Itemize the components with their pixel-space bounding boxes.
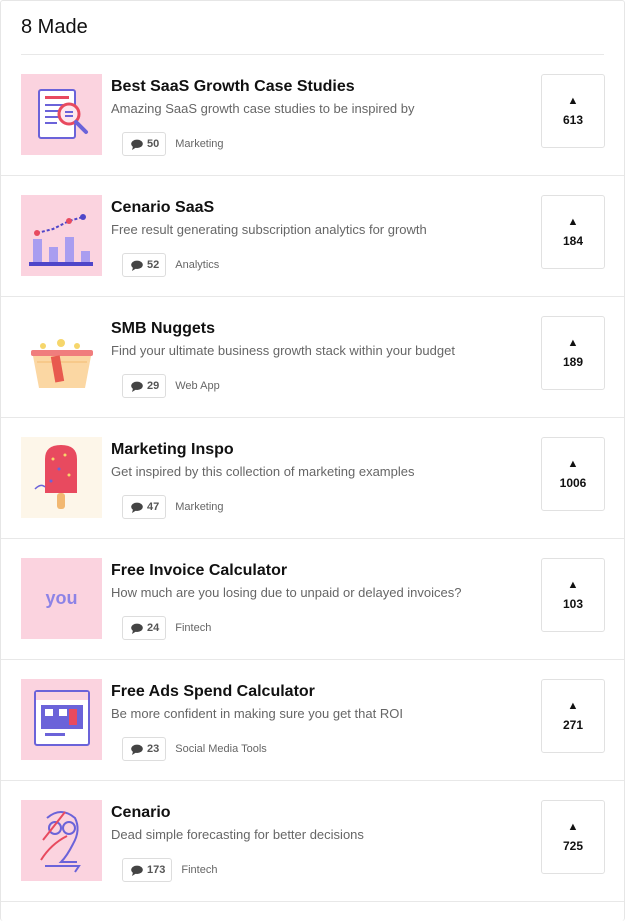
- comment-count: 29: [147, 380, 160, 392]
- vote-count: 189: [562, 354, 584, 369]
- comment-bubble-icon: [131, 260, 143, 271]
- comment-count: 173: [147, 864, 166, 876]
- product-meta: 52 Analytics: [122, 253, 219, 277]
- comment-count: 50: [147, 138, 160, 150]
- owl-logo-icon: [21, 800, 102, 881]
- upvote-arrow-icon: ▲: [567, 336, 579, 349]
- comments-button[interactable]: 24: [122, 616, 167, 640]
- made-products-panel: 8 Made Best SaaS Growth Case Studies Ama…: [0, 0, 625, 921]
- product-thumbnail[interactable]: [21, 437, 102, 518]
- product-row[interactable]: Cenario Dead simple forecasting for bett…: [1, 781, 624, 902]
- comments-button[interactable]: 52: [122, 253, 167, 277]
- product-row[interactable]: Free Ads Spend Calculator Be more confid…: [1, 660, 624, 781]
- comment-bubble-icon: [131, 139, 143, 150]
- product-tagline: Be more confident in making sure you get…: [111, 706, 403, 721]
- vote-count: 1006: [559, 475, 587, 490]
- product-row[interactable]: Marketing Inspo Get inspired by this col…: [1, 418, 624, 539]
- comment-count: 52: [147, 259, 160, 271]
- product-row[interactable]: you Free Invoice Calculator How much are…: [1, 539, 624, 660]
- product-row[interactable]: SMB Nuggets Find your ultimate business …: [1, 297, 624, 418]
- upvote-button[interactable]: ▲ 271: [541, 679, 605, 753]
- product-tagline: Get inspired by this collection of marke…: [111, 464, 415, 479]
- product-meta: 29 Web App: [122, 374, 220, 398]
- popsicle-icon: [21, 437, 102, 518]
- comment-bubble-icon: [131, 623, 143, 634]
- product-name[interactable]: SMB Nuggets: [111, 320, 215, 338]
- product-thumbnail[interactable]: [21, 800, 102, 881]
- comments-button[interactable]: 23: [122, 737, 167, 761]
- upvote-arrow-icon: ▲: [567, 457, 579, 470]
- product-list: Best SaaS Growth Case Studies Amazing Sa…: [1, 55, 624, 902]
- vote-count: 613: [562, 112, 584, 127]
- product-thumbnail[interactable]: you: [21, 558, 102, 639]
- product-thumbnail[interactable]: [21, 195, 102, 276]
- upvote-arrow-icon: ▲: [567, 699, 579, 712]
- comment-bubble-icon: [131, 381, 143, 392]
- upvote-arrow-icon: ▲: [567, 820, 579, 833]
- product-tagline: Dead simple forecasting for better decis…: [111, 827, 364, 842]
- topic-tag[interactable]: Marketing: [175, 138, 223, 150]
- product-name[interactable]: Marketing Inspo: [111, 441, 234, 459]
- browser-window-icon: [21, 679, 102, 760]
- product-tagline: Free result generating subscription anal…: [111, 222, 427, 237]
- product-name[interactable]: Free Invoice Calculator: [111, 562, 287, 580]
- product-thumbnail[interactable]: [21, 74, 102, 155]
- vote-count: 184: [562, 233, 584, 248]
- document-magnifier-icon: [21, 74, 102, 155]
- product-name[interactable]: Best SaaS Growth Case Studies: [111, 78, 355, 96]
- bar-chart-icon: [21, 195, 102, 276]
- topic-tag[interactable]: Fintech: [175, 622, 211, 634]
- upvote-arrow-icon: ▲: [567, 94, 579, 107]
- product-thumbnail[interactable]: [21, 316, 102, 397]
- comment-count: 23: [147, 743, 160, 755]
- upvote-button[interactable]: ▲ 613: [541, 74, 605, 148]
- upvote-arrow-icon: ▲: [567, 215, 579, 228]
- vote-count: 725: [562, 838, 584, 853]
- vote-count: 103: [562, 596, 584, 611]
- product-meta: 173 Fintech: [122, 858, 217, 882]
- product-tagline: Amazing SaaS growth case studies to be i…: [111, 101, 415, 116]
- topic-tag[interactable]: Fintech: [181, 864, 217, 876]
- comments-button[interactable]: 47: [122, 495, 167, 519]
- logo-text: you: [45, 588, 77, 608]
- product-tagline: Find your ultimate business growth stack…: [111, 343, 455, 358]
- topic-tag[interactable]: Marketing: [175, 501, 223, 513]
- product-name[interactable]: Free Ads Spend Calculator: [111, 683, 315, 701]
- product-row[interactable]: Cenario SaaS Free result generating subs…: [1, 176, 624, 297]
- comment-bubble-icon: [131, 502, 143, 513]
- you-text-logo: you: [21, 558, 102, 639]
- upvote-button[interactable]: ▲ 103: [541, 558, 605, 632]
- topic-tag[interactable]: Analytics: [175, 259, 219, 271]
- product-meta: 23 Social Media Tools: [122, 737, 267, 761]
- upvote-button[interactable]: ▲ 725: [541, 800, 605, 874]
- comments-button[interactable]: 50: [122, 132, 167, 156]
- treasure-chest-icon: [21, 316, 102, 397]
- upvote-button[interactable]: ▲ 189: [541, 316, 605, 390]
- comments-button[interactable]: 29: [122, 374, 167, 398]
- upvote-button[interactable]: ▲ 184: [541, 195, 605, 269]
- comment-count: 24: [147, 622, 160, 634]
- product-tagline: How much are you losing due to unpaid or…: [111, 585, 462, 600]
- vote-count: 271: [562, 717, 584, 732]
- comments-button[interactable]: 173: [122, 858, 173, 882]
- upvote-button[interactable]: ▲ 1006: [541, 437, 605, 511]
- comment-bubble-icon: [131, 865, 143, 876]
- topic-tag[interactable]: Web App: [175, 380, 219, 392]
- comment-bubble-icon: [131, 744, 143, 755]
- upvote-arrow-icon: ▲: [567, 578, 579, 591]
- section-title: 8 Made: [21, 16, 88, 38]
- product-meta: 24 Fintech: [122, 616, 211, 640]
- product-meta: 50 Marketing: [122, 132, 224, 156]
- product-name[interactable]: Cenario SaaS: [111, 199, 214, 217]
- product-name[interactable]: Cenario: [111, 804, 171, 822]
- topic-tag[interactable]: Social Media Tools: [175, 743, 267, 755]
- product-meta: 47 Marketing: [122, 495, 224, 519]
- comment-count: 47: [147, 501, 160, 513]
- product-row[interactable]: Best SaaS Growth Case Studies Amazing Sa…: [1, 55, 624, 176]
- product-thumbnail[interactable]: [21, 679, 102, 760]
